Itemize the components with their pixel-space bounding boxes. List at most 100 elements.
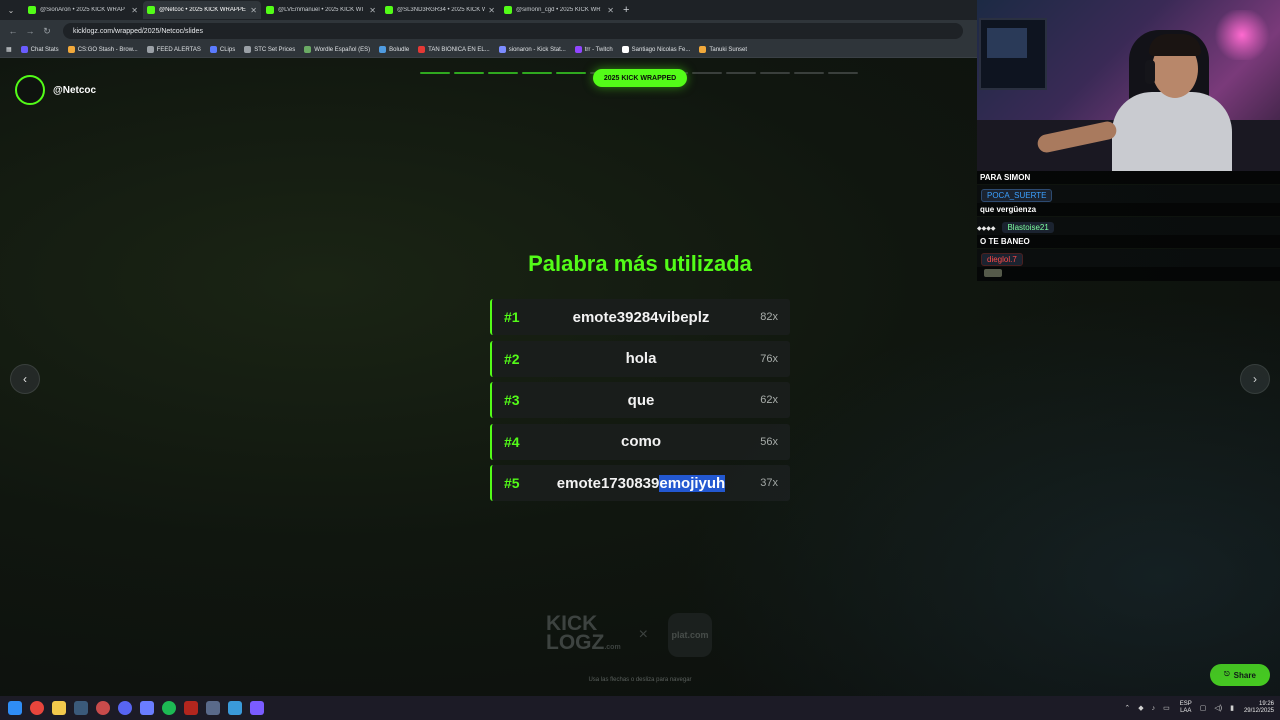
kicklogz-logo-icon — [15, 75, 45, 105]
app-tray-icon[interactable]: ◆ — [1138, 704, 1143, 712]
microphone-icon[interactable]: ♪ — [1152, 705, 1156, 712]
forward-icon[interactable]: → — [23, 26, 37, 36]
app-icon[interactable] — [96, 701, 110, 715]
rank-count: 82x — [760, 311, 778, 323]
network-icon[interactable]: ▭ — [1163, 704, 1170, 712]
bookmark-item[interactable]: Boludle — [379, 46, 409, 53]
app-icon[interactable] — [250, 701, 264, 715]
kick-favicon-icon — [28, 6, 36, 14]
app-icon[interactable] — [184, 701, 198, 715]
tab-title: @SionAron • 2025 KICK WRAP — [40, 7, 125, 13]
steam-icon[interactable] — [74, 701, 88, 715]
progress-segment — [488, 72, 518, 74]
bookmark-item[interactable]: trr - Twitch — [574, 46, 613, 53]
bookmark-favicon-icon — [304, 46, 312, 53]
bookmark-item[interactable]: Wordle Español (ES) — [304, 46, 370, 53]
ranking-row: #4 como 56x — [490, 423, 790, 460]
previous-slide-button[interactable]: ‹ — [10, 364, 40, 394]
ranking-list: #1 emote39284vibeplz 82x #2 hola 76x #3 … — [490, 299, 790, 507]
url-field[interactable]: kicklogz.com/wrapped/2025/Netcoc/slides — [63, 23, 963, 39]
tab-sl3nd3rgr34[interactable]: @SL3ND3RGR34 • 2025 KICK W ✕ — [381, 1, 499, 19]
bookmark-item[interactable]: STC Set Prices — [244, 46, 295, 53]
bookmark-label: STC Set Prices — [254, 46, 296, 53]
bookmark-favicon-icon — [244, 46, 252, 53]
close-icon[interactable]: ✕ — [369, 6, 376, 15]
rank-number: #1 — [504, 309, 520, 325]
back-icon[interactable]: ← — [6, 26, 20, 36]
kick-favicon-icon — [385, 6, 393, 14]
bookmark-item[interactable]: Chat Stats — [20, 46, 59, 53]
close-icon[interactable]: ✕ — [250, 6, 257, 15]
bookmark-item[interactable]: FEED ALERTAS — [146, 46, 201, 53]
spotify-icon[interactable] — [162, 701, 176, 715]
tab-title: @Netcoc • 2025 KICK WRAPPE — [159, 7, 246, 13]
bookmark-favicon-icon — [418, 46, 426, 53]
tab-simonn-cgd[interactable]: @simonn_cgd • 2025 KICK WR ✕ — [500, 1, 618, 19]
app-icon[interactable] — [206, 701, 220, 715]
file-explorer-icon[interactable] — [52, 701, 66, 715]
discord-icon[interactable] — [118, 701, 132, 715]
close-icon[interactable]: ✕ — [607, 6, 614, 15]
bookmark-favicon-icon — [621, 46, 629, 53]
webcam-overlay — [977, 0, 1280, 171]
bookmark-item[interactable]: sionaron - Kick Stat... — [498, 46, 566, 53]
chat-username: POCA_SUERTE — [981, 189, 1053, 202]
bookmark-favicon-icon — [379, 46, 387, 53]
rank-number: #5 — [504, 475, 520, 491]
chat-username: Blastoise21 — [1002, 222, 1054, 233]
next-slide-button[interactable]: › — [1240, 364, 1270, 394]
tab-lvemmanuel[interactable]: @LVEmmanuel • 2025 KICK WI ✕ — [262, 1, 380, 19]
bookmark-favicon-icon — [20, 46, 28, 53]
tab-sionaron[interactable]: @SionAron • 2025 KICK WRAP ✕ — [24, 1, 142, 19]
bookmark-item[interactable]: TAN BIONICA EN EL... — [418, 46, 490, 53]
chrome-icon[interactable] — [30, 701, 44, 715]
rank-word: como — [620, 433, 661, 450]
bookmark-item[interactable]: Tanuki Sunset — [699, 46, 747, 53]
bookmark-favicon-icon — [67, 46, 75, 53]
close-icon[interactable]: ✕ — [488, 6, 495, 15]
bookmark-label: Santiago Nicolas Fe... — [631, 46, 691, 53]
progress-segment — [794, 72, 824, 74]
bookmark-item[interactable]: Santiago Nicolas Fe... — [621, 46, 691, 53]
app-icon[interactable] — [140, 701, 154, 715]
rank-word: que — [627, 391, 655, 409]
apps-grid-icon[interactable]: ▦ — [6, 46, 12, 53]
rank-count: 62x — [760, 394, 778, 406]
progress-segment — [454, 72, 484, 74]
tab-title: @LVEmmanuel • 2025 KICK WI — [278, 7, 364, 13]
monitor-icon[interactable]: ▢ — [1200, 704, 1207, 712]
reload-icon[interactable]: ↻ — [40, 26, 54, 37]
wrapped-badge: 2025 KICK WRAPPED — [593, 69, 687, 87]
navigation-hint: Usa las flechas o desliza para navegar — [588, 677, 692, 683]
bookmark-item[interactable]: CLips — [209, 46, 235, 53]
windows-start-icon[interactable] — [8, 701, 22, 715]
share-label: Share — [1233, 670, 1256, 680]
bookmark-item[interactable]: CS:GO Stash - Brow... — [67, 46, 138, 53]
share-icon: ⎋ — [1224, 671, 1230, 678]
progress-segment — [522, 72, 552, 74]
slide-title: Palabra más utilizada — [528, 251, 752, 276]
ranking-row: #5 emote1730839emojiyuh 37x — [490, 465, 790, 501]
chevron-up-icon[interactable]: ⌃ — [1124, 704, 1130, 712]
battery-icon[interactable]: ▮ — [1230, 704, 1234, 712]
share-button[interactable]: ⎋ Share — [1210, 664, 1270, 686]
kicklogz-logo: KICK LOGZ.com — [546, 613, 621, 657]
ranking-row: #1 emote39284vibeplz 82x — [490, 299, 790, 335]
app-icon[interactable] — [228, 701, 242, 715]
language-indicator[interactable]: ESP LAA — [1180, 701, 1192, 715]
bookmark-label: sionaron - Kick Stat... — [508, 46, 566, 53]
language-region: LAA — [1180, 708, 1192, 714]
new-tab-button[interactable]: + — [623, 4, 629, 16]
clock-date: 29/12/2025 — [1243, 708, 1274, 714]
tab-search-icon[interactable]: ⌄ — [4, 3, 18, 17]
volume-icon[interactable]: ◁) — [1214, 704, 1222, 712]
clock[interactable]: 19:26 29/12/2025 — [1244, 701, 1274, 715]
close-icon[interactable]: ✕ — [131, 6, 138, 15]
tab-netcoc[interactable]: @Netcoc • 2025 KICK WRAPPE ✕ — [143, 1, 261, 19]
bookmark-label: Chat Stats — [30, 46, 59, 53]
chat-overlay: PARA SIMON POCA_SUERTE que vergüenza ◆◆◆… — [977, 171, 1280, 282]
chat-message: ◆◆◆◆ Blastoise21 O TE BANEO — [977, 217, 1280, 248]
headset — [1145, 60, 1155, 84]
chat-text: que vergüenza — [977, 203, 1280, 216]
ranking-row: #2 hola 76x — [490, 340, 790, 377]
